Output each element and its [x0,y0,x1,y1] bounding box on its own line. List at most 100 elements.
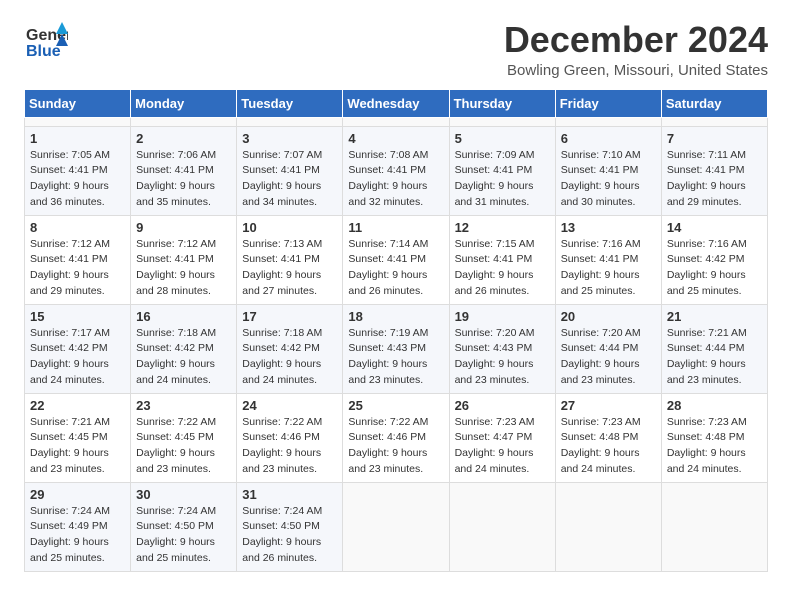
sunset-label: Sunset: 4:50 PM [136,520,214,532]
day-number: 9 [136,220,231,235]
calendar-cell: 12 Sunrise: 7:15 AM Sunset: 4:41 PM Dayl… [449,215,555,304]
day-number: 15 [30,309,125,324]
daylight-label: Daylight: 9 hours and 24 minutes. [561,447,640,475]
day-info: Sunrise: 7:10 AM Sunset: 4:41 PM Dayligh… [561,148,656,211]
calendar-cell: 28 Sunrise: 7:23 AM Sunset: 4:48 PM Dayl… [661,393,767,482]
calendar-cell: 29 Sunrise: 7:24 AM Sunset: 4:49 PM Dayl… [25,482,131,571]
calendar-cell [449,117,555,126]
title-section: December 2024 Bowling Green, Missouri, U… [504,20,768,79]
day-info: Sunrise: 7:06 AM Sunset: 4:41 PM Dayligh… [136,148,231,211]
day-number: 18 [348,309,443,324]
day-number: 23 [136,398,231,413]
day-info: Sunrise: 7:11 AM Sunset: 4:41 PM Dayligh… [667,148,762,211]
calendar-cell: 2 Sunrise: 7:06 AM Sunset: 4:41 PM Dayli… [131,126,237,215]
day-info: Sunrise: 7:24 AM Sunset: 4:50 PM Dayligh… [136,504,231,567]
calendar-cell [555,482,661,571]
calendar-cell: 10 Sunrise: 7:13 AM Sunset: 4:41 PM Dayl… [237,215,343,304]
calendar-cell: 27 Sunrise: 7:23 AM Sunset: 4:48 PM Dayl… [555,393,661,482]
day-info: Sunrise: 7:21 AM Sunset: 4:45 PM Dayligh… [30,415,125,478]
sunrise-label: Sunrise: 7:11 AM [667,149,746,161]
sunrise-label: Sunrise: 7:22 AM [136,416,216,428]
day-number: 11 [348,220,443,235]
calendar-cell [25,117,131,126]
day-number: 10 [242,220,337,235]
sunrise-label: Sunrise: 7:23 AM [667,416,747,428]
day-number: 31 [242,487,337,502]
sunrise-label: Sunrise: 7:20 AM [455,327,535,339]
day-info: Sunrise: 7:18 AM Sunset: 4:42 PM Dayligh… [136,326,231,389]
calendar-cell: 21 Sunrise: 7:21 AM Sunset: 4:44 PM Dayl… [661,304,767,393]
sunrise-label: Sunrise: 7:09 AM [455,149,535,161]
calendar-cell [343,117,449,126]
calendar-cell: 26 Sunrise: 7:23 AM Sunset: 4:47 PM Dayl… [449,393,555,482]
sunset-label: Sunset: 4:41 PM [561,253,639,265]
sunset-label: Sunset: 4:44 PM [561,342,639,354]
calendar-cell: 31 Sunrise: 7:24 AM Sunset: 4:50 PM Dayl… [237,482,343,571]
daylight-label: Daylight: 9 hours and 29 minutes. [667,180,746,208]
daylight-label: Daylight: 9 hours and 26 minutes. [348,269,427,297]
day-number: 25 [348,398,443,413]
day-number: 2 [136,131,231,146]
day-info: Sunrise: 7:20 AM Sunset: 4:43 PM Dayligh… [455,326,550,389]
calendar-cell: 20 Sunrise: 7:20 AM Sunset: 4:44 PM Dayl… [555,304,661,393]
day-number: 8 [30,220,125,235]
sunrise-label: Sunrise: 7:07 AM [242,149,322,161]
calendar-week-1: 1 Sunrise: 7:05 AM Sunset: 4:41 PM Dayli… [25,126,768,215]
main-title: December 2024 [504,20,768,60]
sunrise-label: Sunrise: 7:05 AM [30,149,110,161]
sunset-label: Sunset: 4:41 PM [242,253,320,265]
sunrise-label: Sunrise: 7:22 AM [242,416,322,428]
calendar-cell: 5 Sunrise: 7:09 AM Sunset: 4:41 PM Dayli… [449,126,555,215]
day-number: 20 [561,309,656,324]
day-number: 26 [455,398,550,413]
calendar-cell: 30 Sunrise: 7:24 AM Sunset: 4:50 PM Dayl… [131,482,237,571]
sunrise-label: Sunrise: 7:16 AM [667,238,747,250]
day-info: Sunrise: 7:22 AM Sunset: 4:46 PM Dayligh… [348,415,443,478]
sunset-label: Sunset: 4:46 PM [242,431,320,443]
day-info: Sunrise: 7:23 AM Sunset: 4:48 PM Dayligh… [667,415,762,478]
calendar-week-2: 8 Sunrise: 7:12 AM Sunset: 4:41 PM Dayli… [25,215,768,304]
sunset-label: Sunset: 4:41 PM [348,164,426,176]
sunrise-label: Sunrise: 7:21 AM [30,416,110,428]
day-number: 19 [455,309,550,324]
daylight-label: Daylight: 9 hours and 26 minutes. [242,536,321,564]
daylight-label: Daylight: 9 hours and 29 minutes. [30,269,109,297]
day-number: 16 [136,309,231,324]
daylight-label: Daylight: 9 hours and 25 minutes. [30,536,109,564]
sunset-label: Sunset: 4:50 PM [242,520,320,532]
daylight-label: Daylight: 9 hours and 23 minutes. [136,447,215,475]
sunrise-label: Sunrise: 7:08 AM [348,149,428,161]
sunset-label: Sunset: 4:41 PM [136,164,214,176]
daylight-label: Daylight: 9 hours and 27 minutes. [242,269,321,297]
calendar-cell: 23 Sunrise: 7:22 AM Sunset: 4:45 PM Dayl… [131,393,237,482]
header-wednesday: Wednesday [343,89,449,117]
header-thursday: Thursday [449,89,555,117]
day-number: 7 [667,131,762,146]
sunset-label: Sunset: 4:48 PM [667,431,745,443]
day-number: 5 [455,131,550,146]
day-info: Sunrise: 7:05 AM Sunset: 4:41 PM Dayligh… [30,148,125,211]
calendar-cell: 14 Sunrise: 7:16 AM Sunset: 4:42 PM Dayl… [661,215,767,304]
sunrise-label: Sunrise: 7:21 AM [667,327,747,339]
subtitle: Bowling Green, Missouri, United States [504,62,768,79]
day-number: 12 [455,220,550,235]
sunrise-label: Sunrise: 7:10 AM [561,149,641,161]
day-info: Sunrise: 7:24 AM Sunset: 4:50 PM Dayligh… [242,504,337,567]
calendar-cell: 7 Sunrise: 7:11 AM Sunset: 4:41 PM Dayli… [661,126,767,215]
sunset-label: Sunset: 4:42 PM [30,342,108,354]
sunset-label: Sunset: 4:47 PM [455,431,533,443]
calendar-cell [343,482,449,571]
calendar-cell: 8 Sunrise: 7:12 AM Sunset: 4:41 PM Dayli… [25,215,131,304]
daylight-label: Daylight: 9 hours and 25 minutes. [561,269,640,297]
daylight-label: Daylight: 9 hours and 31 minutes. [455,180,534,208]
header-monday: Monday [131,89,237,117]
day-number: 21 [667,309,762,324]
daylight-label: Daylight: 9 hours and 36 minutes. [30,180,109,208]
calendar-header: Sunday Monday Tuesday Wednesday Thursday… [25,89,768,117]
day-info: Sunrise: 7:20 AM Sunset: 4:44 PM Dayligh… [561,326,656,389]
day-number: 4 [348,131,443,146]
sunrise-label: Sunrise: 7:24 AM [136,505,216,517]
sunset-label: Sunset: 4:41 PM [455,164,533,176]
day-number: 22 [30,398,125,413]
sunset-label: Sunset: 4:49 PM [30,520,108,532]
